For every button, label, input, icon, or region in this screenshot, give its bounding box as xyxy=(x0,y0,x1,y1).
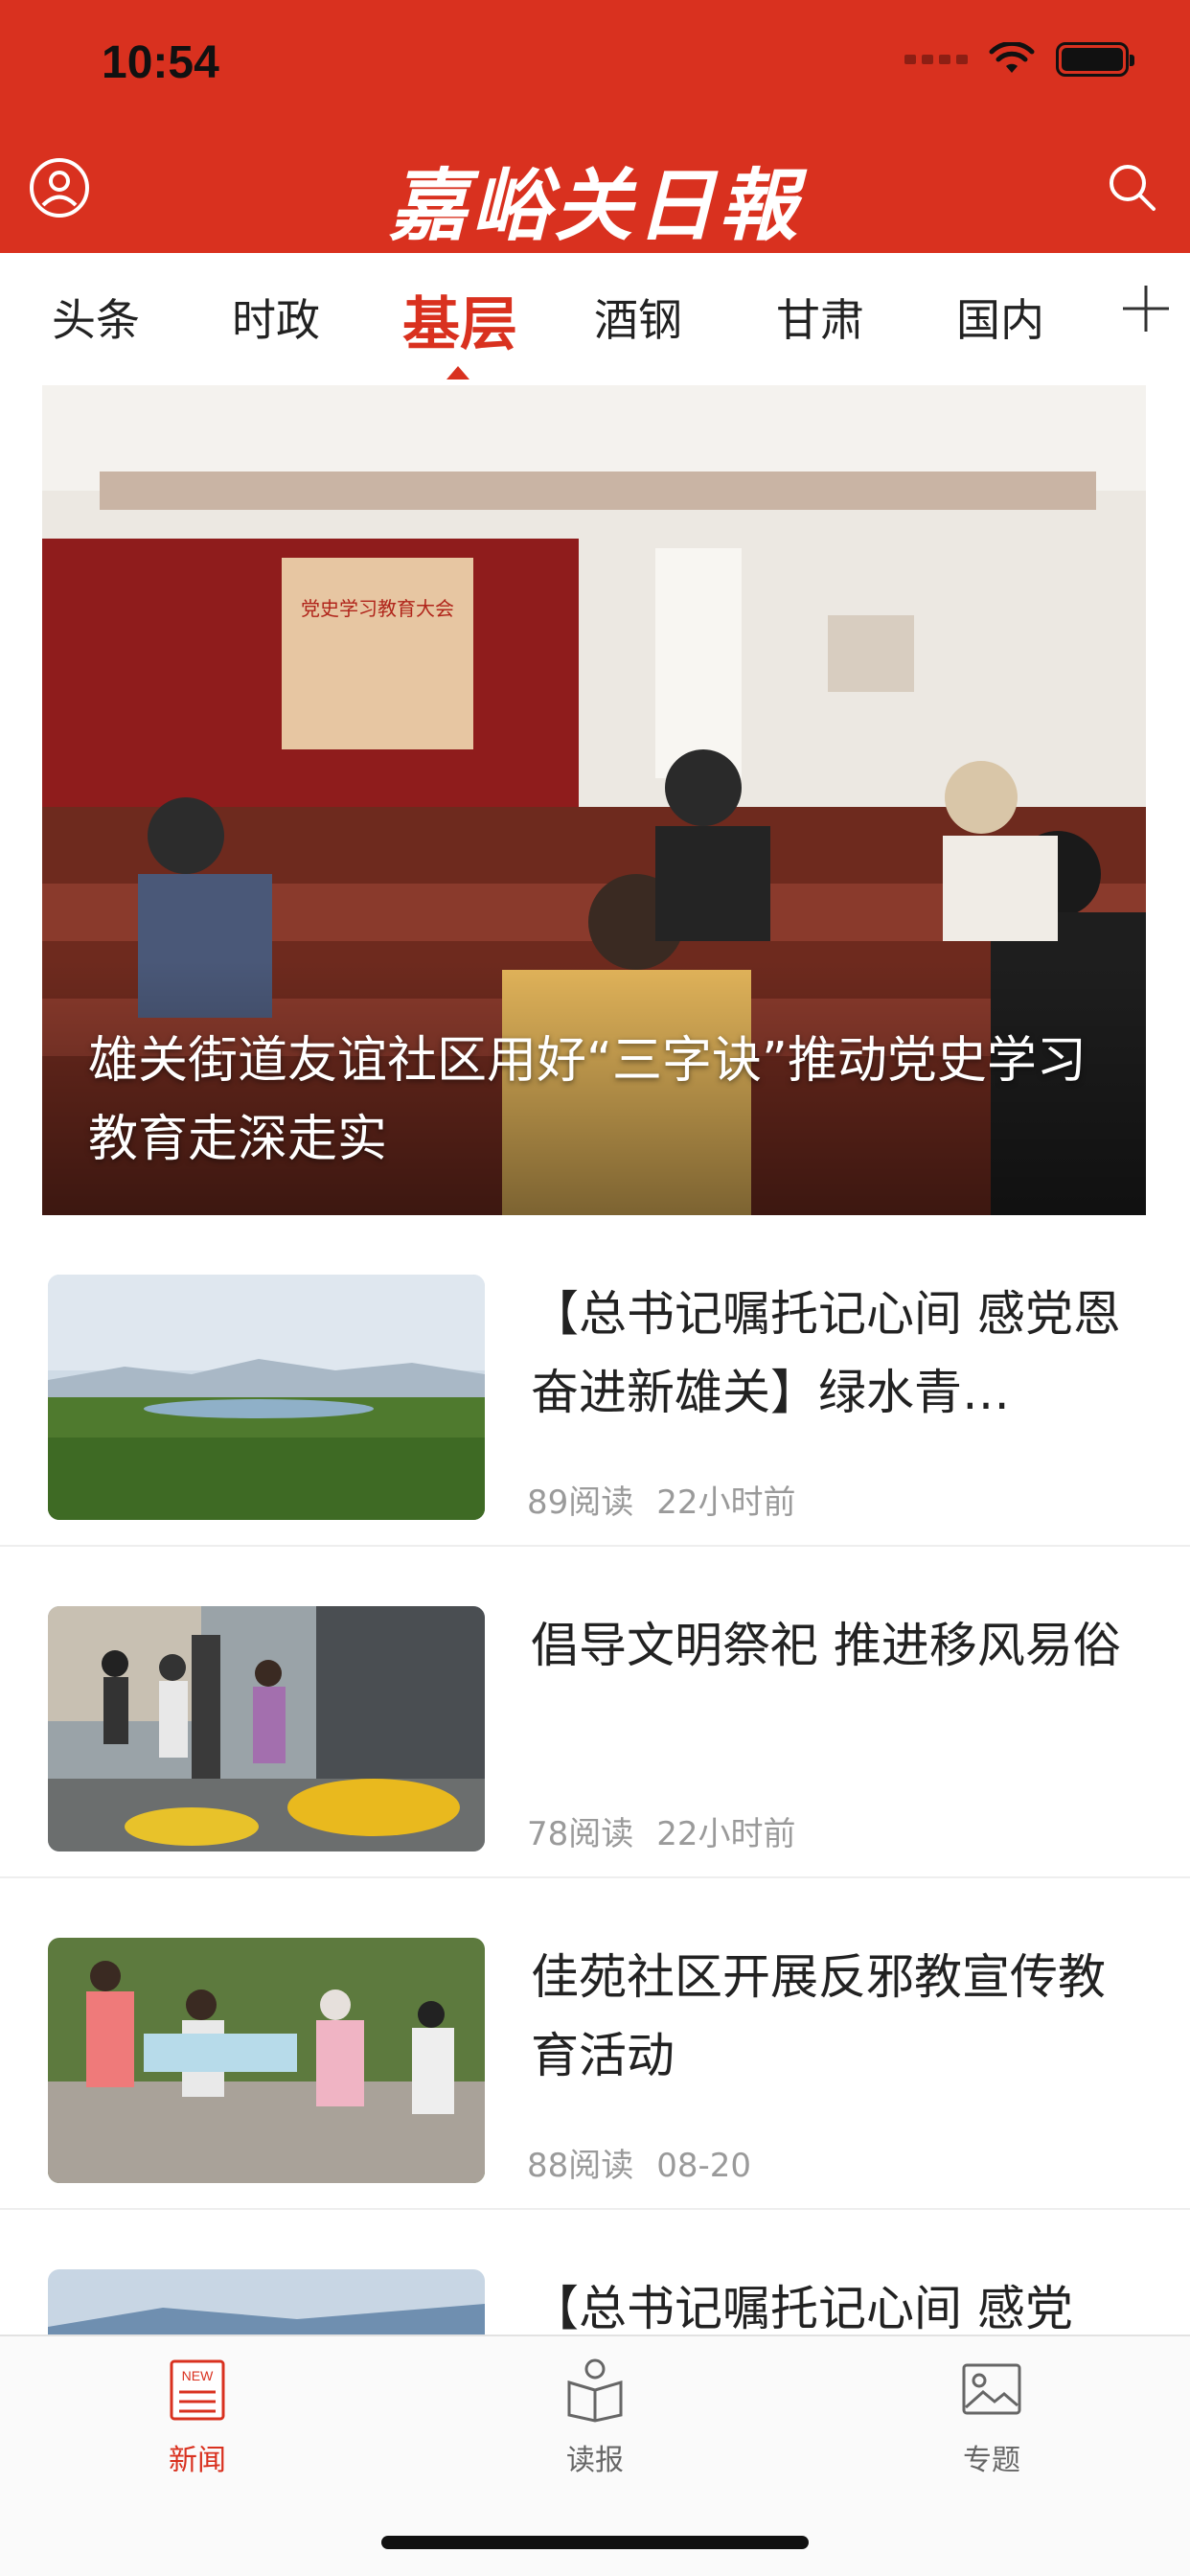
tab-jiceng[interactable]: 基层 xyxy=(402,278,517,361)
article-title: 佳苑社区开展反邪教宣传教育活动 xyxy=(531,1949,1106,2083)
status-icons xyxy=(904,42,1134,77)
publish-time: 22小时前 xyxy=(656,1484,796,1522)
hero-title: 雄关街道友谊社区用好“三字诀”推动党史学习教育走深走实 xyxy=(88,1032,1087,1168)
top-bar: 嘉峪关日報 xyxy=(0,136,1190,252)
read-count: 88阅读 xyxy=(527,2147,634,2185)
image-icon xyxy=(962,2363,1021,2415)
hero-article[interactable]: 党史学习教育大会 雄关街道友谊社区用好“三字诀”推动党史学习教育走深走实 xyxy=(42,385,1146,1215)
tab-toutiao[interactable]: 头条 xyxy=(52,286,140,349)
article-meta: 89阅读 22小时前 xyxy=(527,1476,819,1523)
search-icon[interactable] xyxy=(1104,159,1161,217)
article-meta: 88阅读 08-20 xyxy=(527,2139,774,2186)
article-thumbnail xyxy=(48,1938,485,2183)
app-header: 10:54 嘉峪关日報 xyxy=(0,0,1190,253)
article-title: 【总书记嘱托记心间 感党恩奋进新雄关】绿水青… xyxy=(531,1286,1121,1420)
article-meta: 78阅读 22小时前 xyxy=(527,1807,819,1854)
signal-icon xyxy=(904,55,968,64)
nav-topics-label: 专题 xyxy=(963,2444,1020,2477)
wifi-icon xyxy=(989,42,1035,73)
hero-banner-text: 党史学习教育大会 xyxy=(301,597,454,620)
nav-news[interactable]: NEW 新闻 xyxy=(102,2356,293,2478)
nav-topics[interactable]: 专题 xyxy=(896,2356,1087,2478)
active-tab-indicator xyxy=(446,366,469,380)
newspaper-reader-icon xyxy=(567,2358,623,2423)
battery-icon xyxy=(1056,42,1134,77)
news-icon: NEW xyxy=(170,2359,225,2421)
tab-jiugang[interactable]: 酒钢 xyxy=(594,286,682,349)
publish-time: 08-20 xyxy=(656,2147,752,2185)
nav-news-label: 新闻 xyxy=(169,2444,226,2477)
read-count: 89阅读 xyxy=(527,1484,634,1522)
nav-read-paper[interactable]: 读报 xyxy=(499,2356,691,2478)
nav-read-paper-label: 读报 xyxy=(566,2444,624,2477)
status-time: 10:54 xyxy=(102,37,219,88)
brand-logo: 嘉峪关日報 xyxy=(389,160,801,252)
tab-guonei[interactable]: 国内 xyxy=(956,286,1044,349)
add-channel-icon[interactable] xyxy=(1119,282,1173,335)
article-thumbnail xyxy=(48,1606,485,1852)
list-item[interactable]: 【总书记嘱托记心间 感党恩奋进新雄关】绿水青… 89阅读 22小时前 xyxy=(0,1215,1190,1547)
tab-shizheng[interactable]: 时政 xyxy=(232,286,320,349)
publish-time: 22小时前 xyxy=(656,1815,796,1853)
list-item[interactable]: 佳苑社区开展反邪教宣传教育活动 88阅读 08-20 xyxy=(0,1878,1190,2210)
article-title: 倡导文明祭祀 推进移风易俗 xyxy=(531,1618,1121,1673)
category-tabs: 头条 时政 基层 酒钢 甘肃 国内 xyxy=(0,253,1190,385)
news-icon-text: NEW xyxy=(182,2368,214,2383)
article-thumbnail xyxy=(48,1275,485,1520)
home-indicator xyxy=(381,2536,809,2549)
read-count: 78阅读 xyxy=(527,1815,634,1853)
tab-gansu[interactable]: 甘肃 xyxy=(776,286,864,349)
list-item[interactable]: 倡导文明祭祀 推进移风易俗 78阅读 22小时前 xyxy=(0,1547,1190,1878)
